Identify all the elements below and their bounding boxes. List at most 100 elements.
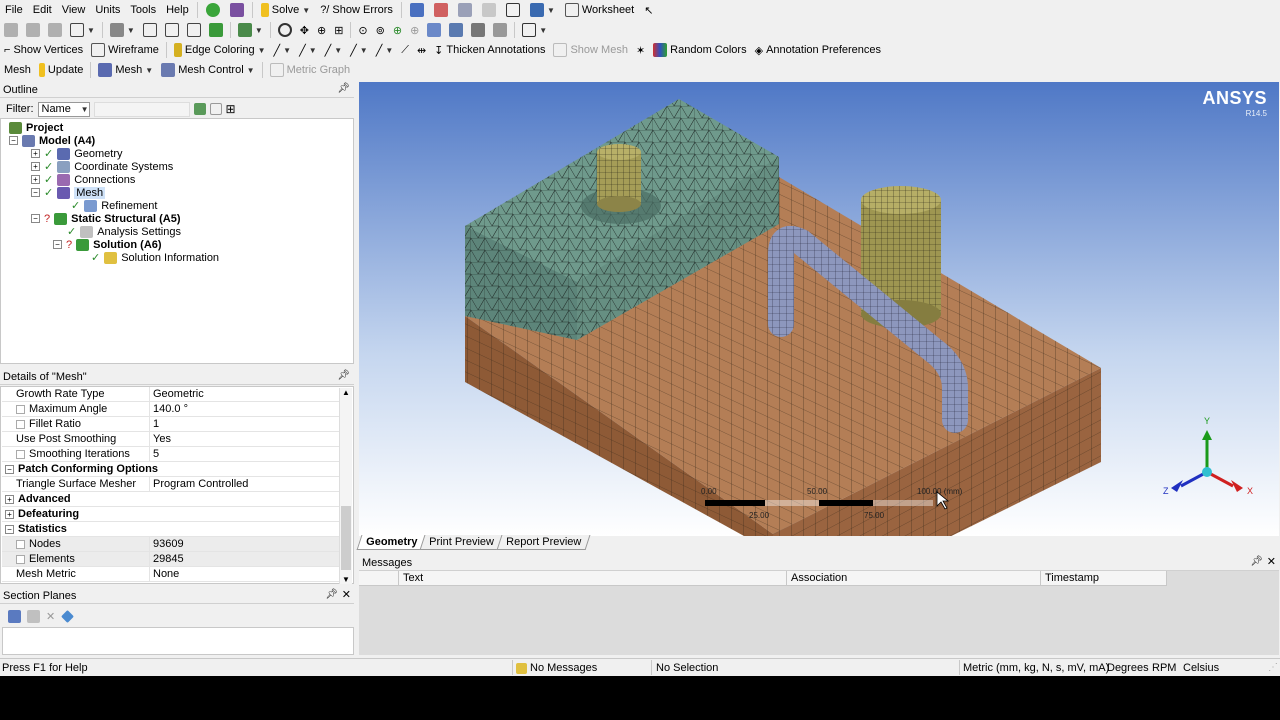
select-filter-button[interactable] [22,21,44,39]
next-view-button[interactable] [467,21,489,39]
edge-style-3[interactable]: ╱ ▼ [321,41,347,59]
tree-node-analysis-settings[interactable]: ✓ Analysis Settings [67,225,181,238]
explode-button[interactable]: ✶ [632,41,649,59]
show-mesh-button[interactable]: Show Mesh [549,41,631,59]
parameter-checkbox[interactable] [16,539,25,549]
solve-button[interactable]: Solve ▼ [256,1,315,19]
update-button[interactable]: Update [35,61,87,79]
tree-node-static-structural[interactable]: − ? Static Structural (A5) [31,212,181,225]
detail-group-advanced[interactable]: + Advanced [2,492,340,507]
random-colors-button[interactable]: Random Colors [649,41,750,59]
box-zoom-button[interactable]: ⊞ [330,21,347,39]
thin-edges-button[interactable]: ⟋ [397,41,413,59]
expand-all-icon[interactable]: ⊞ [226,102,236,116]
detail-group-statistics[interactable]: − Statistics [2,522,340,537]
parameter-checkbox[interactable] [16,404,25,414]
graphics-viewport[interactable]: ANSYS R14.5 0.00 50.00 100.00 (mm) 25.00… [359,82,1279,536]
column-timestamp[interactable]: Timestamp [1041,571,1167,585]
tree-node-geometry[interactable]: + ✓ Geometry [31,147,123,160]
expand-icon[interactable]: + [5,509,14,519]
refresh-icon[interactable] [193,103,206,115]
zoom-to-fit-button[interactable]: ⊚ [372,21,389,39]
zoom-green-button[interactable]: ⊕ [389,21,406,39]
extend-selection-button[interactable]: ▼ [234,21,267,39]
expand-icon[interactable]: + [31,175,40,184]
pan-button[interactable]: ✥ [296,21,313,39]
select-node-button[interactable] [205,21,227,39]
tree-node-solution[interactable]: − ? Solution (A6) [53,238,162,251]
pin-icon[interactable]: 📌︎ [325,589,338,600]
show-errors-button[interactable]: ?/ Show Errors [315,1,398,19]
toolbar-icon-2[interactable] [429,1,453,19]
detail-group-defeaturing[interactable]: + Defeaturing [2,507,340,522]
detail-row-elements[interactable]: Elements 29845 [2,551,340,567]
iso-view-button[interactable] [489,21,511,39]
scroll-up-icon[interactable]: ▲ [340,388,352,397]
show-vertices-button[interactable]: ⌐ Show Vertices [0,41,87,59]
expand-icon[interactable]: + [5,494,14,504]
tab-geometry[interactable]: Geometry [356,535,427,550]
check-button[interactable] [201,1,225,19]
detail-group-patch-conforming[interactable]: − Patch Conforming Options [2,462,340,477]
status-temp-units[interactable]: Celsius [1183,662,1219,674]
toggle-magnifier-button[interactable] [423,21,445,39]
detail-row-triangle-surface-mesher[interactable]: Triangle Surface Mesher Program Controlle… [2,476,340,492]
pin-icon[interactable]: 📌︎ [337,370,350,381]
delete-section-icon[interactable] [27,609,40,623]
zoom-button[interactable]: ⊕ [313,21,330,39]
toolbar-icon-3[interactable] [453,1,477,19]
scroll-down-icon[interactable]: ▼ [340,575,352,584]
collapse-icon[interactable]: − [5,524,14,534]
select-body-button[interactable] [139,21,161,39]
thicken-annotations-button[interactable]: ↧ Thicken Annotations [430,41,549,59]
detail-row-growth-rate-type[interactable]: Growth Rate Type Geometric [2,386,340,402]
thick-edges-button[interactable]: ⇹ [413,41,430,59]
parameter-checkbox[interactable] [16,449,25,459]
status-units[interactable]: Metric (mm, kg, N, s, mV, mA) [963,662,1109,674]
zoom-disabled-button[interactable]: ⊕ [406,21,423,39]
collapse-icon[interactable]: − [53,240,62,249]
previous-view-button[interactable] [445,21,467,39]
tree-node-mesh[interactable]: − ✓ Mesh [31,186,106,199]
detail-row-fillet-ratio[interactable]: Fillet Ratio 1 [2,416,340,432]
show-section-icon[interactable] [61,609,75,623]
edge-style-1[interactable]: ╱ ▼ [270,41,296,59]
tree-node-project[interactable]: Project [9,121,63,134]
expand-icon[interactable]: + [31,149,40,158]
select-all-button[interactable] [161,21,183,39]
status-rpm-units[interactable]: RPM [1152,662,1176,674]
clear-filter-icon[interactable] [209,103,222,115]
status-messages[interactable]: No Messages [516,662,597,674]
context-help-button[interactable]: ↖ [639,1,658,19]
toolbar-icon-5[interactable] [501,1,525,19]
select-edge-button[interactable] [44,21,66,39]
column-text[interactable]: Text [399,571,787,585]
tree-node-refinement[interactable]: ✓ Refinement [71,199,157,212]
edge-coloring-button[interactable]: Edge Coloring ▼ [170,41,270,59]
tree-node-connections[interactable]: + ✓ Connections [31,173,135,186]
mesh-control-button[interactable]: Mesh Control ▼ [157,61,258,79]
toolbar-icon-4[interactable] [477,1,501,19]
pin-icon[interactable]: 📌︎ [337,83,350,94]
menu-view[interactable]: View [57,1,91,19]
filter-input[interactable] [93,101,190,117]
menu-units[interactable]: Units [90,1,125,19]
filter-select[interactable]: Name ▼ [37,101,90,117]
zoom-fit-button[interactable]: ⊙ [354,21,371,39]
resize-grip-icon[interactable]: ⋰ [1268,662,1278,673]
menu-tools[interactable]: Tools [125,1,161,19]
worksheet-button[interactable]: Worksheet [560,1,639,19]
tree-node-solution-information[interactable]: ✓ Solution Information [91,251,219,264]
select-face-button[interactable]: ▼ [66,21,99,39]
detail-row-nodes[interactable]: Nodes 93609 [2,536,340,552]
detail-row-maximum-angle[interactable]: Maximum Angle 140.0 ° [2,401,340,417]
menu-help[interactable]: Help [161,1,194,19]
edge-style-4[interactable]: ╱ ▼ [346,41,372,59]
tree-node-coordinate-systems[interactable]: + ✓ Coordinate Systems [31,160,173,173]
menu-edit[interactable]: Edit [28,1,57,19]
collapse-icon[interactable]: − [31,214,40,223]
select-mesh-button[interactable] [183,21,205,39]
parameter-checkbox[interactable] [16,419,25,429]
toolbar-icon-6[interactable]: ▼ [525,1,560,19]
connect-button[interactable] [225,1,249,19]
